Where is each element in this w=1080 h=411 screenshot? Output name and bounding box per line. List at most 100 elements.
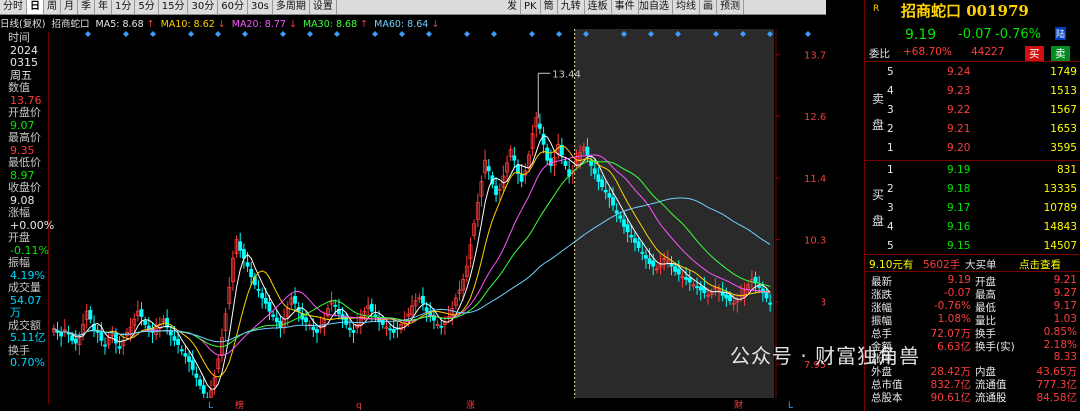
date-marker-axis: L榜q涨财L	[208, 399, 793, 411]
event-diamond-icon[interactable]	[188, 31, 194, 37]
order-book-row: 5 9.15 14507	[865, 240, 1080, 253]
stat-row: 最新 9.19 开盘 9.21	[865, 274, 1080, 288]
event-marker[interactable]: L	[788, 401, 793, 411]
period-tab[interactable]: 周	[44, 0, 61, 14]
candle-body	[293, 295, 297, 304]
order-price: 9.23	[947, 85, 971, 97]
toolbar-button[interactable]: 加自选	[636, 0, 673, 14]
event-diamond-icon[interactable]	[123, 31, 129, 37]
period-tab[interactable]: 15分	[159, 0, 189, 14]
land-badge: 陆	[1055, 27, 1067, 40]
level: 1	[887, 164, 894, 176]
sell-button[interactable]: 卖	[1051, 46, 1070, 61]
period-tab[interactable]: 多周期	[273, 0, 310, 14]
candle-body	[600, 179, 604, 188]
event-diamond-icon[interactable]	[307, 31, 313, 37]
event-diamond-icon[interactable]	[529, 31, 535, 37]
event-diamond-icon[interactable]	[372, 31, 378, 37]
period-tab[interactable]: 5分	[135, 0, 159, 14]
event-diamond-icon[interactable]	[215, 31, 221, 37]
stat-row: 总市值 832.7亿 流通值 777.3亿	[865, 377, 1080, 391]
event-diamond-icon[interactable]	[280, 31, 286, 37]
period-tab[interactable]: 1分	[112, 0, 136, 14]
order-price: 9.22	[947, 104, 971, 116]
period-tab[interactable]: 日	[27, 0, 44, 14]
order-book-row: 2 9.21 1653	[865, 123, 1080, 136]
big-order-price: 9.10元有	[869, 259, 914, 271]
info-label: 成交量	[8, 281, 41, 294]
event-diamond-icon[interactable]	[242, 31, 248, 37]
candle-body	[676, 268, 681, 275]
toolbar-button[interactable]: 九转	[558, 0, 585, 14]
view-big-order-link[interactable]: 点击查看	[1019, 257, 1061, 272]
period-tab[interactable]: 年	[95, 0, 112, 14]
stat-value: 9.27	[1053, 286, 1077, 299]
candle-body	[596, 174, 601, 182]
candle-body	[263, 298, 268, 304]
period-tab[interactable]: 分时	[0, 0, 27, 14]
order-price: 9.15	[947, 240, 971, 252]
candle-body	[172, 336, 177, 341]
stat-value: 2.18%	[1043, 338, 1077, 351]
toolbar-button[interactable]: 连板	[585, 0, 612, 14]
wei-bi-value: +68.70%	[903, 46, 952, 58]
order-book-row: 3 9.22 1567	[865, 104, 1080, 117]
period-tab[interactable]: 设置	[310, 0, 337, 14]
event-diamond-icon[interactable]	[399, 31, 405, 37]
toolbar-button[interactable]: 事件	[612, 0, 639, 14]
period-tab[interactable]: 30分	[188, 0, 219, 14]
level: 5	[887, 240, 894, 252]
candle-body	[545, 147, 550, 161]
period-tab[interactable]: 季	[78, 0, 95, 14]
event-diamond-icon[interactable]	[805, 31, 811, 37]
period-tab[interactable]: 60分	[218, 0, 248, 14]
event-marker[interactable]: 财	[734, 399, 743, 411]
event-diamond-icon[interactable]	[491, 31, 497, 37]
candle-body	[187, 356, 191, 362]
toolbar-button[interactable]: 发	[504, 0, 521, 14]
candle-body	[424, 307, 429, 312]
event-marker[interactable]: L	[208, 401, 213, 411]
candle-body	[168, 331, 173, 336]
toolbar-button[interactable]: 画	[700, 0, 717, 14]
stat-row: 涨幅 -0.76% 最低 9.17	[865, 300, 1080, 314]
level: 4	[887, 221, 894, 233]
toolbar-button[interactable]: 筒	[541, 0, 558, 14]
toolbar-button[interactable]: 均线	[673, 0, 700, 14]
wei-bi-label: 委比	[869, 48, 890, 60]
candle-body	[548, 158, 553, 166]
crosshair-info-panel: 时间 2024 0315 周五 数值 13.76 开盘价 9.07 最高价 9.35 最低价 8.97…	[0, 31, 54, 404]
candle-body	[245, 262, 250, 267]
event-marker[interactable]: q	[356, 401, 362, 411]
period-tab[interactable]: 月	[61, 0, 78, 14]
stat-value: -0.07	[943, 286, 971, 299]
wei-cha-value: 44227	[971, 46, 1005, 58]
period-tab[interactable]: 30s	[248, 0, 273, 14]
candle-body	[388, 328, 392, 331]
candlestick-chart[interactable]: 13.7912.6311.4610.309.137.9513.447.13	[48, 29, 826, 398]
price-axis-label: 10.30	[804, 236, 826, 247]
event-diamond-icon[interactable]	[556, 31, 562, 37]
event-diamond-icon[interactable]	[150, 31, 156, 37]
order-volume: 1653	[1050, 123, 1077, 135]
event-diamond-icon[interactable]	[464, 31, 470, 37]
event-diamond-icon[interactable]	[334, 31, 340, 37]
toolbar-button[interactable]: PK	[521, 0, 541, 14]
candle-body	[720, 292, 725, 296]
stat-row: 总股本 90.61亿 流通股 84.58亿	[865, 390, 1080, 404]
order-volume: 1513	[1050, 85, 1077, 97]
event-diamond-icon[interactable]	[85, 31, 91, 37]
event-diamond-icon[interactable]	[426, 31, 432, 37]
buy-button[interactable]: 买	[1025, 46, 1044, 61]
candle-body	[673, 266, 678, 272]
order-volume: 10789	[1043, 202, 1077, 214]
order-book-row: 3 9.17 10789	[865, 202, 1080, 215]
candle-body	[592, 168, 597, 174]
candle-body	[603, 189, 608, 193]
candle-body	[589, 160, 593, 166]
event-marker[interactable]: 榜	[235, 399, 244, 411]
event-marker[interactable]: 涨	[466, 400, 475, 411]
order-price: 9.16	[947, 221, 971, 233]
candle-body	[768, 302, 773, 305]
toolbar-button[interactable]: 预测	[717, 0, 744, 14]
